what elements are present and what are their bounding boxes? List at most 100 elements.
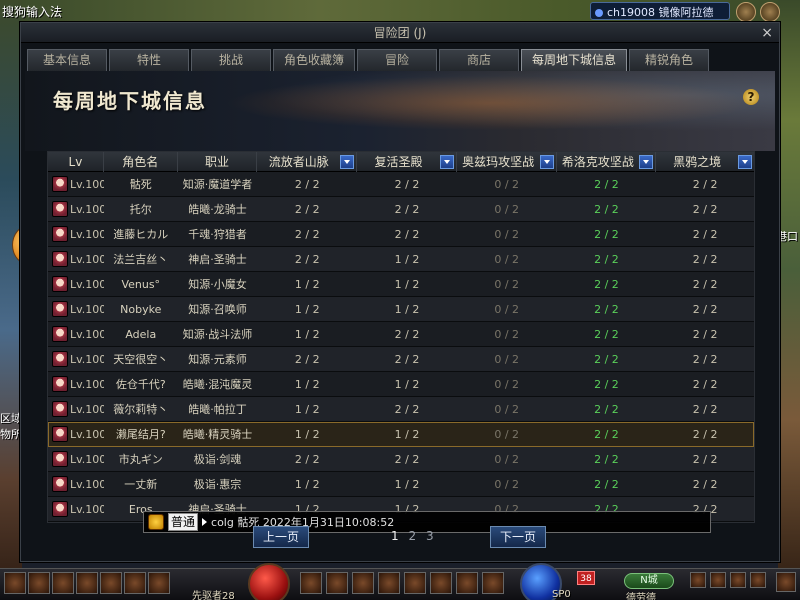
expand-icon[interactable] <box>776 572 796 592</box>
quickslot-6[interactable] <box>124 572 146 594</box>
close-icon[interactable]: × <box>761 25 773 41</box>
page-number-2[interactable]: 2 <box>408 529 416 543</box>
table-body: Lv.100 骷死 知源·魔道学者 2 / 2 2 / 2 0 / 2 2 / 2 2 / 2… <box>48 172 754 522</box>
table-row[interactable]: Lv.100 Venus° 知源·小魔女 1 / 2 1 / 2 0 / 2 2 / 2 2 … <box>48 272 754 297</box>
quickslot-7[interactable] <box>148 572 170 594</box>
prev-page-button[interactable]: 上一页 <box>253 526 309 548</box>
col-header-dungeon-3[interactable]: 奥兹玛攻坚战 <box>457 152 557 172</box>
menu-orb-icon[interactable] <box>736 2 756 22</box>
cell-dungeon-3: 0 / 2 <box>494 453 520 466</box>
table-row[interactable]: Lv.100 Adela 知源·战斗法师 1 / 2 2 / 2 0 / 2 2 / 2 2 … <box>48 322 754 347</box>
window-titlebar[interactable]: 冒险团 (J) × <box>21 23 779 43</box>
skill-slot-4[interactable] <box>378 572 400 594</box>
cell-dungeon-2: 1 / 2 <box>394 303 420 316</box>
help-icon[interactable]: ? <box>743 89 759 105</box>
cell-character-name: 佐仓千代? <box>115 378 166 391</box>
character-avatar-icon <box>52 251 68 267</box>
menu-icon-2[interactable] <box>710 572 726 588</box>
cell-dungeon-1: 2 / 2 <box>294 353 320 366</box>
menu-icon-1[interactable] <box>690 572 706 588</box>
cell-dungeon-2: 2 / 2 <box>394 403 420 416</box>
cell-character-name: Venus° <box>121 278 161 291</box>
table-row[interactable]: Lv.100 濑尾结月? 皓曦·精灵骑士 1 / 2 1 / 2 0 / 2 2 / 2 2 … <box>48 422 754 447</box>
table-row[interactable]: Lv.100 天空很空丶 知源·元素师 2 / 2 2 / 2 0 / 2 2 / 2 2 /… <box>48 347 754 372</box>
skill-slot-8[interactable] <box>482 572 504 594</box>
cell-dungeon-3: 0 / 2 <box>494 478 520 491</box>
col-header-dungeon-2[interactable]: 复活圣殿 <box>357 152 457 172</box>
cell-character-name: 法兰吉丝丶 <box>113 253 169 266</box>
cell-dungeon-3: 0 / 2 <box>494 353 520 366</box>
tab-traits[interactable]: 特性 <box>109 49 189 71</box>
character-avatar-icon <box>52 326 68 342</box>
table-row[interactable]: Lv.100 一丈新 极诣·惠宗 1 / 2 1 / 2 0 / 2 2 / 2 2 / 2 <box>48 472 754 497</box>
settings-orb-icon[interactable] <box>760 2 780 22</box>
table-row[interactable]: Lv.100 市丸ギン 极诣·剑魂 2 / 2 2 / 2 0 / 2 2 / 2 2 / 2 <box>48 447 754 472</box>
cell-dungeon-2: 1 / 2 <box>394 253 420 266</box>
dropdown-arrow-icon[interactable] <box>340 155 355 169</box>
quickslot-4[interactable] <box>76 572 98 594</box>
cell-dungeon-4: 2 / 2 <box>594 428 619 441</box>
skill-slot-2[interactable] <box>326 572 348 594</box>
col-header-dungeon-1[interactable]: 流放者山脉 <box>257 152 358 172</box>
skill-slot-5[interactable] <box>404 572 426 594</box>
tab-challenge[interactable]: 挑战 <box>191 49 271 71</box>
tab-elite-character[interactable]: 精锐角色 <box>629 49 710 71</box>
quickslot-5[interactable] <box>100 572 122 594</box>
cell-dungeon-5: 2 / 2 <box>692 228 718 241</box>
cell-dungeon-5: 2 / 2 <box>692 478 718 491</box>
skill-slot-7[interactable] <box>456 572 478 594</box>
dropdown-arrow-icon[interactable] <box>738 155 753 169</box>
dropdown-arrow-icon[interactable] <box>639 155 654 169</box>
quickslot-2[interactable] <box>28 572 50 594</box>
cell-character-name: 濑尾结月? <box>115 428 166 441</box>
skill-slot-3[interactable] <box>352 572 374 594</box>
quickslot-1[interactable] <box>4 572 26 594</box>
col-header-dungeon-1-label: 流放者山脉 <box>268 155 329 169</box>
table-row[interactable]: Lv.100 骷死 知源·魔道学者 2 / 2 2 / 2 0 / 2 2 / 2 2 / 2 <box>48 172 754 197</box>
cell-level: Lv.100 <box>48 472 104 496</box>
tab-shop[interactable]: 商店 <box>439 49 520 71</box>
table-row[interactable]: Lv.100 Nobyke 知源·召唤师 1 / 2 1 / 2 0 / 2 2 / 2 2 … <box>48 297 754 322</box>
next-page-button[interactable]: 下一页 <box>490 526 546 548</box>
town-button[interactable]: N城 <box>624 573 674 589</box>
character-avatar-icon <box>52 501 68 517</box>
menu-icon-4[interactable] <box>750 572 766 588</box>
quickslot-3[interactable] <box>52 572 74 594</box>
ime-label: 搜狗输入法 <box>2 5 63 19</box>
cell-dungeon-4: 2 / 2 <box>594 228 619 241</box>
col-header-dungeon-5-label: 黑鸦之境 <box>673 155 722 169</box>
page-number-3[interactable]: 3 <box>426 529 434 543</box>
table-header: Lv 角色名 职业 流放者山脉 复活圣殿 奥兹玛攻坚战 希洛克攻坚战 黑鸦之境 <box>48 152 754 172</box>
tab-basic-info[interactable]: 基本信息 <box>27 49 107 71</box>
level-text: Lv.100 <box>70 452 104 466</box>
level-badge: 38 <box>577 571 595 585</box>
table-row[interactable]: Lv.100 薇尔莉特丶 皓曦·帕拉丁 1 / 2 2 / 2 0 / 2 2 / 2 2 /… <box>48 397 754 422</box>
cell-dungeon-1: 1 / 2 <box>294 278 320 291</box>
tab-adventure[interactable]: 冒险 <box>357 49 438 71</box>
server-indicator[interactable]: ch19008 镜像阿拉德 <box>590 2 730 20</box>
tab-character-collection[interactable]: 角色收藏簿 <box>273 49 356 71</box>
table-row[interactable]: Lv.100 進藤ヒカル 千魂·狩猎者 2 / 2 2 / 2 0 / 2 2 / 2 2 /… <box>48 222 754 247</box>
cell-dungeon-4: 2 / 2 <box>594 253 619 266</box>
skill-slot-6[interactable] <box>430 572 452 594</box>
cell-dungeon-5: 2 / 2 <box>692 328 718 341</box>
table-row[interactable]: Lv.100 法兰吉丝丶 神启·圣骑士 2 / 2 1 / 2 0 / 2 2 / 2 2 /… <box>48 247 754 272</box>
table-row[interactable]: Lv.100 托尔 皓曦·龙骑士 2 / 2 2 / 2 0 / 2 2 / 2 2 / 2 <box>48 197 754 222</box>
cell-job: 知源·元素师 <box>188 353 247 366</box>
tab-weekly-dungeon-info[interactable]: 每周地下城信息 <box>521 49 628 71</box>
col-header-dungeon-4-label: 希洛克攻坚战 <box>561 155 634 169</box>
table-row[interactable]: Lv.100 佐仓千代? 皓曦·混沌魔灵 1 / 2 1 / 2 0 / 2 2 / 2 2 … <box>48 372 754 397</box>
col-header-dungeon-5[interactable]: 黑鸦之境 <box>656 152 754 172</box>
dropdown-arrow-icon[interactable] <box>539 155 554 169</box>
dropdown-arrow-icon[interactable] <box>439 155 454 169</box>
cell-dungeon-3: 0 / 2 <box>494 328 520 341</box>
cell-dungeon-3: 0 / 2 <box>494 278 520 291</box>
col-header-dungeon-4[interactable]: 希洛克攻坚战 <box>557 152 657 172</box>
cell-dungeon-4: 2 / 2 <box>594 478 619 491</box>
skill-slot-1[interactable] <box>300 572 322 594</box>
menu-icon-3[interactable] <box>730 572 746 588</box>
level-text: Lv.100 <box>70 477 104 491</box>
cell-dungeon-5: 2 / 2 <box>692 178 718 191</box>
section-banner: 每周地下城信息 ? <box>25 71 775 151</box>
page-number-1[interactable]: 1 <box>391 529 399 543</box>
